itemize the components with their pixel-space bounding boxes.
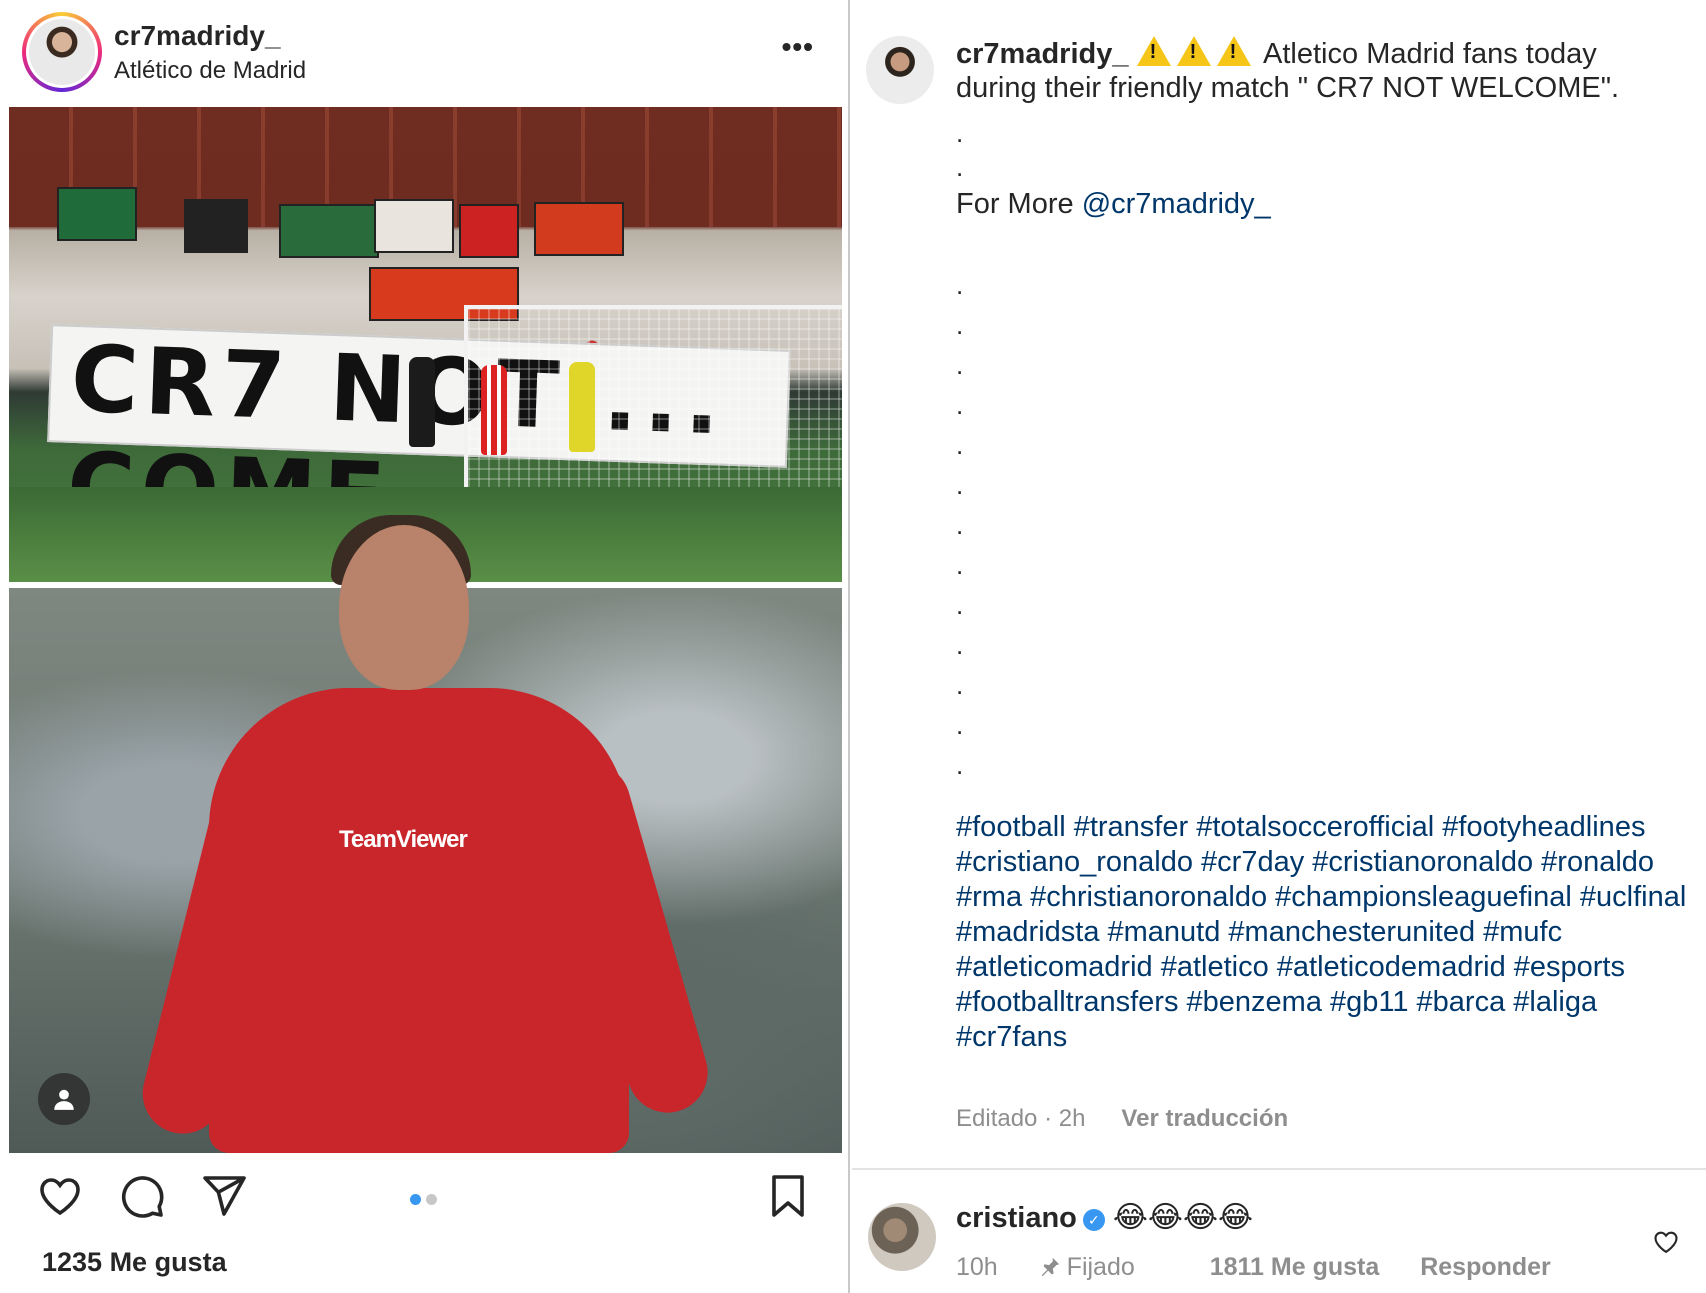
carousel-dot: [426, 1194, 437, 1205]
shirt-sponsor: TeamViewer: [339, 826, 468, 853]
caption-dot: .: [956, 310, 964, 340]
comments-panel: cr7madridy_ Atletico Madrid fans today d…: [852, 0, 1706, 1293]
pin-icon: [1041, 1257, 1059, 1277]
caption-dot: .: [956, 630, 964, 660]
translate-button[interactable]: Ver traducción: [1121, 1105, 1288, 1132]
heart-icon[interactable]: [36, 1172, 84, 1220]
story-ring-avatar[interactable]: [22, 12, 102, 92]
caption-dot: .: [956, 590, 964, 620]
bookmark-icon[interactable]: [764, 1172, 812, 1220]
caption-dot: .: [956, 430, 964, 460]
caption-dot: .: [956, 118, 964, 148]
pinned-text: Fijado: [1066, 1253, 1135, 1281]
post-photo-stadium[interactable]: CR7 NOT ... COME: [9, 107, 842, 582]
comment-time: 10h: [956, 1253, 998, 1281]
edited-time: Editado · 2h: [956, 1105, 1086, 1132]
comment-username[interactable]: cristiano: [956, 1202, 1077, 1234]
comment-avatar[interactable]: [868, 1203, 936, 1271]
user-tag-icon[interactable]: [38, 1073, 90, 1125]
comment-text: 😂😂😂😂: [1112, 1201, 1254, 1234]
comment-likes[interactable]: 1811 Me gusta: [1210, 1253, 1380, 1281]
warning-icon: [1136, 36, 1171, 66]
caption-dot: .: [956, 152, 964, 182]
caption-avatar[interactable]: [866, 36, 934, 104]
comment-icon[interactable]: [118, 1172, 166, 1220]
player-shirt: [209, 688, 629, 1153]
caption-more-prefix: For More: [956, 188, 1082, 220]
post-panel: cr7madridy_ Atlético de Madrid ••• CR7 N…: [0, 0, 850, 1293]
fan-flag: [57, 187, 137, 241]
comment-header: cristiano ✓ 😂😂😂😂: [956, 1200, 1253, 1235]
player-head: [339, 525, 469, 690]
warning-icon: [1176, 36, 1211, 66]
more-icon[interactable]: •••: [782, 33, 814, 61]
share-icon[interactable]: [200, 1172, 248, 1220]
referee: [409, 357, 435, 447]
caption-dot: .: [956, 510, 964, 540]
goalkeeper: [569, 362, 595, 452]
caption-username[interactable]: cr7madridy_: [956, 38, 1129, 70]
caption-hashtags[interactable]: #football #transfer #totalsoccerofficial…: [956, 810, 1696, 1055]
caption-dot: .: [956, 750, 964, 780]
post-username[interactable]: cr7madridy_: [114, 20, 281, 52]
caption-dot: .: [956, 350, 964, 380]
caption-text: cr7madridy_ Atletico Madrid fans today d…: [956, 36, 1676, 105]
mention-link[interactable]: @cr7madridy_: [1082, 188, 1271, 220]
caption-dot: .: [956, 390, 964, 420]
caption-more: For More @cr7madridy_: [956, 188, 1271, 221]
comment-heart-icon[interactable]: [1652, 1228, 1680, 1256]
player: [481, 365, 507, 455]
carousel-dot-active: [410, 1194, 421, 1205]
avatar: [29, 19, 95, 85]
fan-flag: [534, 202, 624, 256]
likes-count[interactable]: 1235 Me gusta: [42, 1247, 227, 1278]
post-header: cr7madridy_ Atlético de Madrid •••: [22, 12, 822, 92]
fan-flag: [279, 204, 379, 258]
caption-meta: Editado · 2h Ver traducción: [956, 1105, 1288, 1133]
goal-net: [464, 305, 842, 490]
caption-dot: .: [956, 270, 964, 300]
caption-dot: .: [956, 550, 964, 580]
verified-badge-icon: ✓: [1082, 1209, 1105, 1231]
divider: [852, 1168, 1706, 1170]
carousel-indicator: [410, 1192, 442, 1210]
caption-dot: .: [956, 670, 964, 700]
post-location[interactable]: Atlético de Madrid: [114, 57, 306, 85]
comment-meta: 10h Fijado 1811 Me gusta Responder: [956, 1253, 1585, 1282]
fan-flag: [184, 199, 248, 253]
caption-dot: .: [956, 710, 964, 740]
fan-flag: [374, 199, 454, 253]
warning-icon: [1216, 36, 1251, 66]
reply-button[interactable]: Responder: [1420, 1253, 1551, 1281]
fan-flag: [459, 204, 519, 258]
pinned-label: Fijado: [1039, 1253, 1169, 1281]
caption-dot: .: [956, 470, 964, 500]
